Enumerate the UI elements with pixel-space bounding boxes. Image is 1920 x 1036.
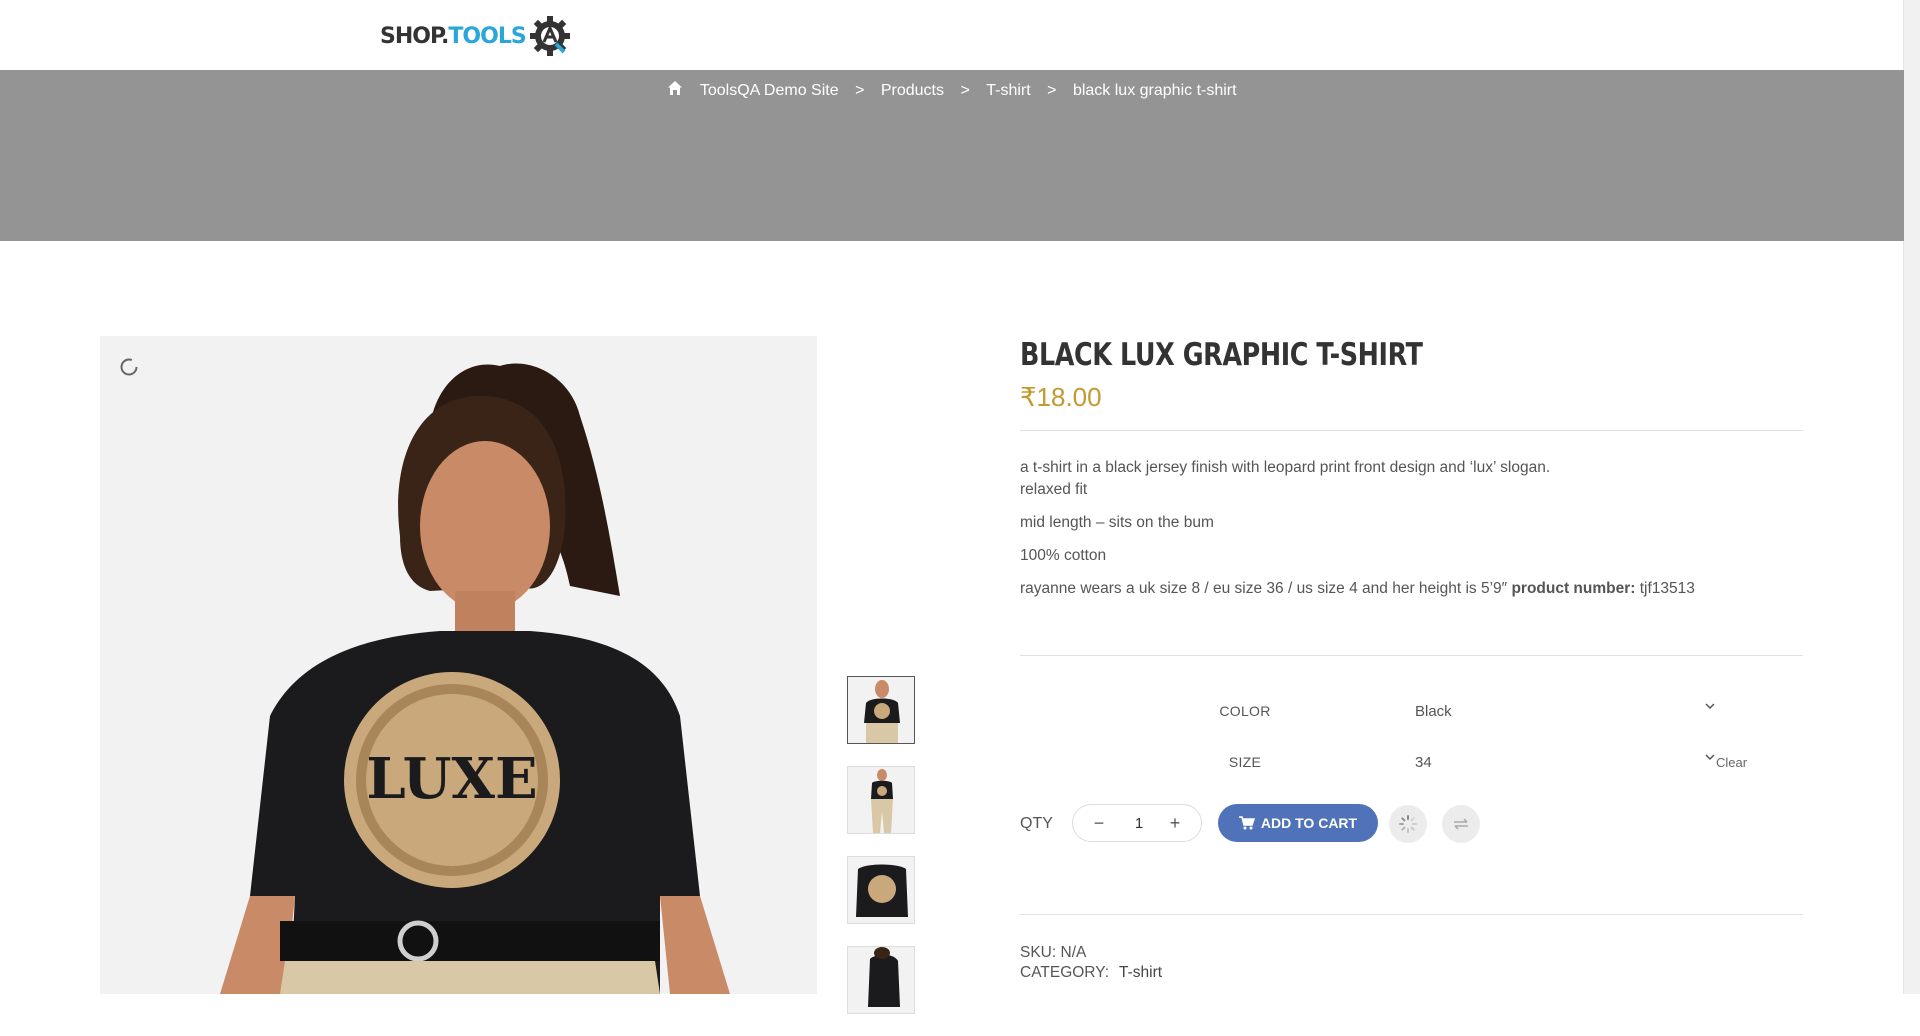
- divider: [1020, 430, 1803, 431]
- thumbnail-4[interactable]: [847, 946, 915, 1014]
- variation-row-size: SIZE 34 Clear: [1020, 742, 1803, 793]
- product-number-label: product number:: [1511, 580, 1636, 597]
- site-header: SHOP. TOOLS: [0, 0, 1904, 71]
- chevron-down-icon: [1705, 750, 1715, 764]
- compare-icon: [1454, 818, 1468, 830]
- color-label: COLOR: [1219, 703, 1271, 719]
- product-thumbnails: [847, 676, 917, 1036]
- qty-label: QTY: [1020, 815, 1053, 832]
- color-select[interactable]: Black: [1415, 699, 1715, 727]
- product-number: tjf13513: [1635, 580, 1695, 597]
- breadcrumb-current: black lux graphic t-shirt: [1072, 81, 1237, 99]
- zoom-icon[interactable]: [119, 357, 139, 377]
- description-line: 100% cotton: [1020, 547, 1107, 564]
- add-to-cart-row: QTY − + ADD TO CART: [1020, 804, 1803, 846]
- breadcrumb-separator: >: [855, 81, 865, 99]
- breadcrumb-separator: >: [960, 81, 970, 99]
- qty-increase-button[interactable]: +: [1163, 813, 1187, 833]
- product-main-image[interactable]: LUXE: [100, 336, 817, 994]
- home-icon[interactable]: [667, 80, 695, 101]
- site-logo[interactable]: SHOP. TOOLS: [380, 14, 572, 58]
- svg-text:LUXE: LUXE: [366, 746, 537, 812]
- category-label: CATEGORY:: [1020, 964, 1110, 981]
- wishlist-button[interactable]: [1389, 805, 1427, 843]
- sku-value: N/A: [1060, 944, 1087, 961]
- size-select[interactable]: 34: [1415, 750, 1715, 778]
- breadcrumb: ToolsQA Demo Site > Products > T-shirt >…: [0, 80, 1904, 101]
- cart-icon: [1238, 816, 1255, 830]
- description-line: rayanne wears a uk size 8 / eu size 36 /…: [1020, 578, 1803, 600]
- thumbnail-2[interactable]: [847, 766, 915, 834]
- category-line: CATEGORY: T-shirt: [1020, 964, 1803, 982]
- thumbnail-image: [848, 767, 914, 833]
- page-scrollbar[interactable]: [1903, 0, 1920, 994]
- product-price: ₹18.00: [1020, 382, 1102, 412]
- qty-decrease-button[interactable]: −: [1087, 813, 1111, 833]
- breadcrumb-link-home[interactable]: ToolsQA Demo Site: [700, 82, 839, 100]
- variation-row-color: COLOR Black: [1020, 691, 1803, 742]
- sku-line: SKU: N/A: [1020, 944, 1803, 962]
- variations-table: COLOR Black SIZE 34 Clear: [1020, 691, 1803, 793]
- category-link[interactable]: T-shirt: [1119, 964, 1162, 981]
- size-label: SIZE: [1228, 754, 1262, 770]
- description-line: mid length – sits on the bum: [1020, 514, 1214, 531]
- sku-label: SKU:: [1020, 944, 1057, 961]
- gear-q-logo-icon: [529, 16, 570, 56]
- add-to-cart-button[interactable]: ADD TO CART: [1218, 804, 1378, 842]
- quantity-stepper: − +: [1072, 804, 1202, 842]
- product-description: a t-shirt in a black jersey finish with …: [1020, 457, 1803, 600]
- logo-text-tools: TOOLS: [448, 23, 526, 49]
- thumbnail-3[interactable]: [847, 856, 915, 924]
- loading-spinner-icon: [1399, 815, 1417, 833]
- compare-button[interactable]: [1442, 805, 1480, 843]
- thumbnail-1[interactable]: [847, 676, 915, 744]
- breadcrumb-separator: >: [1047, 81, 1057, 99]
- product-photo: LUXE: [100, 336, 817, 994]
- model-info: rayanne wears a uk size 8 / eu size 36 /…: [1020, 580, 1508, 597]
- add-to-cart-label: ADD TO CART: [1260, 815, 1358, 831]
- breadcrumb-link-tshirt[interactable]: T-shirt: [986, 82, 1030, 100]
- breadcrumb-banner: ToolsQA Demo Site > Products > T-shirt >…: [0, 70, 1904, 241]
- product-meta: SKU: N/A CATEGORY: T-shirt: [1020, 944, 1803, 984]
- divider: [1020, 655, 1803, 656]
- thumbnail-image: [848, 677, 914, 743]
- product-title: BLACK LUX GRAPHIC T-SHIRT: [1020, 337, 1423, 373]
- description-line: a t-shirt in a black jersey finish with …: [1020, 459, 1551, 476]
- description-line: relaxed fit: [1020, 481, 1088, 498]
- chevron-down-icon: [1705, 699, 1715, 713]
- divider: [1020, 914, 1803, 915]
- qty-input[interactable]: [1113, 814, 1165, 833]
- color-select-value: Black: [1415, 703, 1452, 720]
- thumbnail-image: [848, 857, 914, 923]
- breadcrumb-link-products[interactable]: Products: [881, 82, 944, 100]
- clear-variations-link[interactable]: Clear: [1716, 755, 1747, 770]
- product-summary: BLACK LUX GRAPHIC T-SHIRT ₹18.00 a t-shi…: [1020, 336, 1803, 981]
- size-select-value: 34: [1415, 754, 1432, 771]
- logo-text-shop: SHOP.: [380, 23, 449, 49]
- thumbnail-image: [848, 947, 914, 1013]
